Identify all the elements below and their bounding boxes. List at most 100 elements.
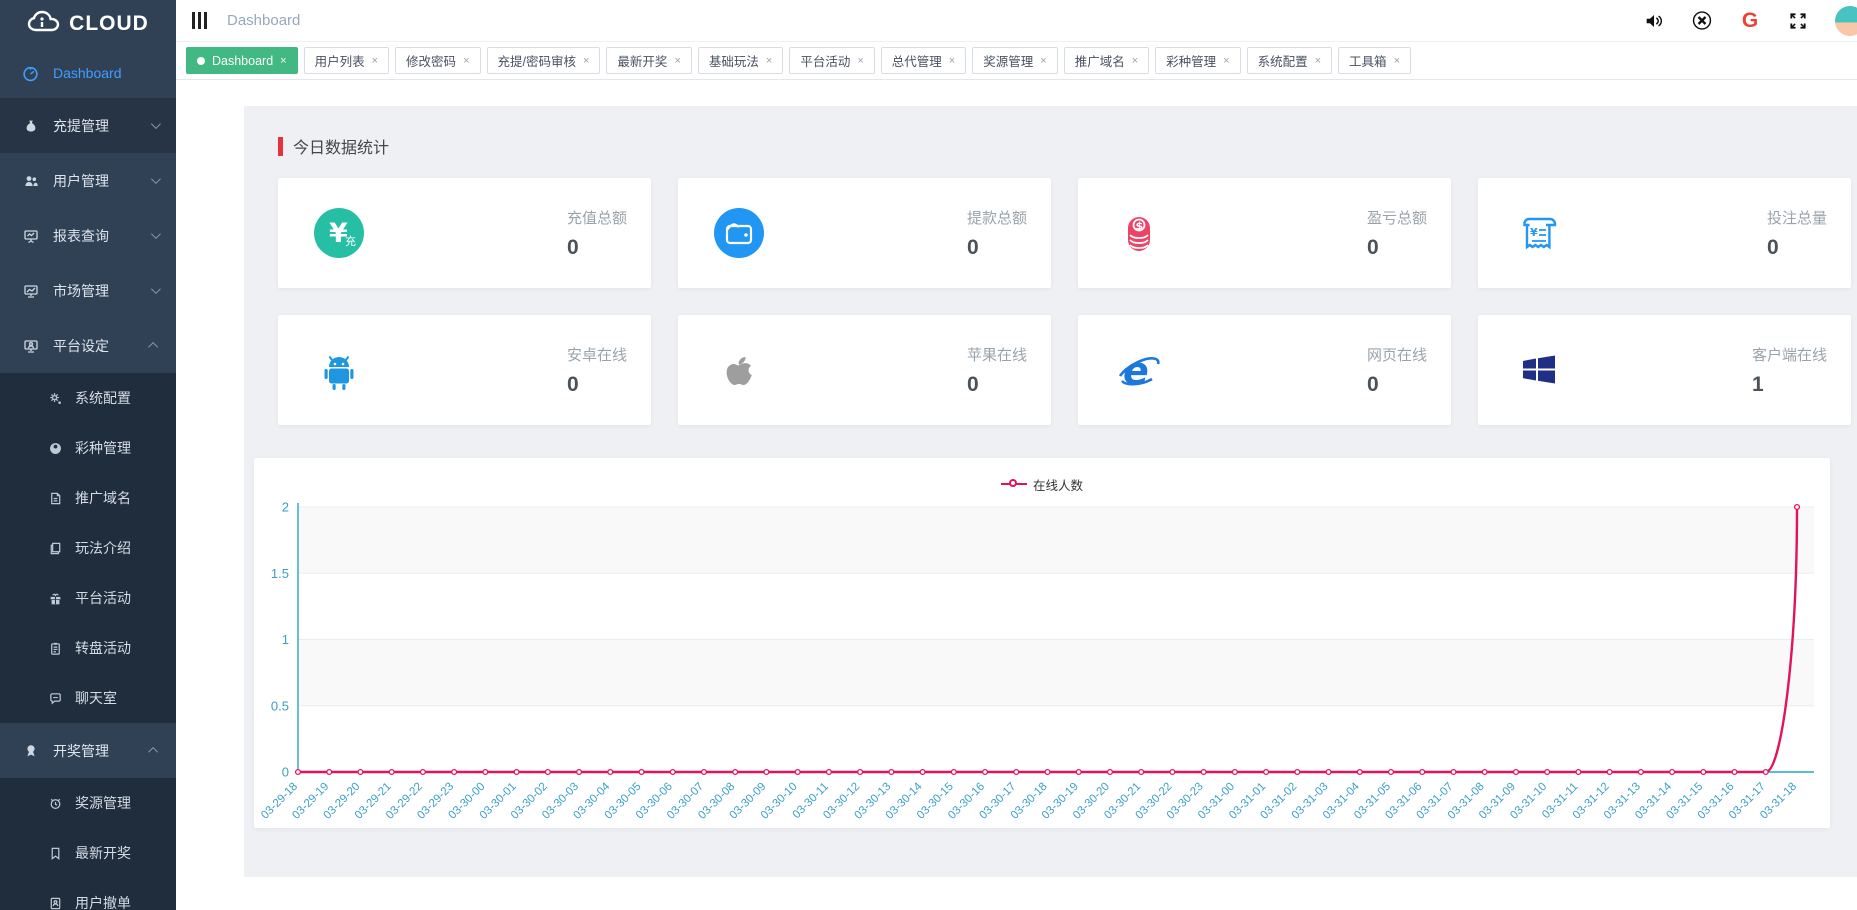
users-icon — [22, 172, 39, 189]
chart-legend[interactable]: 在线人数 — [254, 472, 1830, 496]
yuan-recharge-icon: ¥充 — [312, 206, 366, 260]
stat-card-bets: ¥ 投注总量0 — [1478, 178, 1851, 288]
sidebar-item-platform[interactable]: 平台设定 — [0, 318, 176, 373]
card-label: 投注总量 — [1767, 207, 1827, 228]
tab-1[interactable]: 用户列表 × — [304, 47, 389, 74]
close-icon[interactable]: × — [1394, 55, 1400, 67]
close-icon[interactable]: × — [280, 55, 286, 67]
close-icon[interactable]: × — [372, 55, 378, 67]
tab-label: 基础玩法 — [709, 51, 759, 70]
close-icon[interactable]: × — [674, 55, 680, 67]
stat-cards: ¥充 充值总额0 提款总额0 $ 盈亏总额0 ¥ 投注总量0 — [278, 178, 1857, 425]
tab-7[interactable]: 总代管理 × — [881, 47, 966, 74]
header-actions: G — [1643, 6, 1843, 36]
google-g-icon[interactable]: G — [1739, 10, 1761, 32]
sidebar-item-user-cancel-order[interactable]: 用户撤单 — [0, 878, 176, 910]
tab-5[interactable]: 基础玩法 × — [698, 47, 783, 74]
sidebar-item-reports[interactable]: 报表查询 — [0, 208, 176, 263]
volume-icon[interactable] — [1643, 10, 1665, 32]
sidebar-item-recharge[interactable]: 充提管理 — [0, 98, 176, 153]
tab-label: 工具箱 — [1349, 51, 1387, 70]
sidebar-item-market[interactable]: 市场管理 — [0, 263, 176, 318]
svg-text:0: 0 — [282, 765, 289, 780]
svg-text:$: $ — [1136, 220, 1144, 233]
tab-12[interactable]: 工具箱 × — [1338, 47, 1411, 74]
report-board-icon — [22, 227, 39, 244]
sidebar-item-label: 转盘活动 — [75, 638, 131, 658]
sidebar-item-label: 奖源管理 — [75, 793, 131, 813]
tab-8[interactable]: 奖源管理 × — [972, 47, 1057, 74]
chevron-down-icon — [151, 229, 161, 239]
sidebar-item-prize-source[interactable]: 奖源管理 — [0, 778, 176, 828]
svg-text:2: 2 — [282, 500, 289, 515]
sidebar-item-label: 最新开奖 — [75, 843, 131, 863]
sidebar-item-promo-domain[interactable]: 推广域名 — [0, 473, 176, 523]
tab-9[interactable]: 推广域名 × — [1064, 47, 1149, 74]
sidebar-item-label: 平台设定 — [53, 336, 109, 356]
sidebar-item-users[interactable]: 用户管理 — [0, 153, 176, 208]
sidebar-item-draw-manage[interactable]: 开奖管理 — [0, 723, 176, 778]
legend-line-marker-icon — [1001, 482, 1027, 486]
close-icon[interactable]: × — [1132, 55, 1138, 67]
tab-label: 系统配置 — [1258, 51, 1308, 70]
sidebar-item-system-config[interactable]: 系统配置 — [0, 373, 176, 423]
card-label: 网页在线 — [1367, 344, 1427, 365]
card-value: 0 — [1367, 373, 1427, 397]
svg-text:充: 充 — [345, 234, 356, 248]
dashboard-gauge-icon — [22, 65, 39, 82]
close-icon[interactable]: × — [1223, 55, 1229, 67]
section-title: 今日数据统计 — [293, 134, 389, 158]
sidebar: CLOUD Dashboard 充提管理 用户管理 报表查询 市场管理 — [0, 0, 176, 910]
close-icon[interactable]: × — [583, 55, 589, 67]
tab-10[interactable]: 彩种管理 × — [1155, 47, 1240, 74]
platform-monitor-icon — [22, 337, 39, 354]
tab-0[interactable]: Dashboard × — [186, 47, 298, 74]
sidebar-item-label: Dashboard — [53, 65, 122, 81]
tab-2[interactable]: 修改密码 × — [395, 47, 480, 74]
card-label: 充值总额 — [567, 207, 627, 228]
close-icon[interactable]: × — [1040, 55, 1046, 67]
card-value: 0 — [967, 373, 1027, 397]
sidebar-item-chatroom[interactable]: 聊天室 — [0, 673, 176, 723]
gear-icon — [48, 391, 63, 406]
sidebar-item-label: 平台活动 — [75, 588, 131, 608]
moneybag-icon — [22, 117, 39, 134]
sidebar-toggle-icon[interactable] — [190, 8, 209, 33]
tab-6[interactable]: 平台活动 × — [789, 47, 874, 74]
sidebar-item-dashboard[interactable]: Dashboard — [0, 48, 176, 98]
sidebar-item-label: 聊天室 — [75, 688, 117, 708]
sidebar-item-platform-activity[interactable]: 平台活动 — [0, 573, 176, 623]
alarm-clock-icon — [48, 796, 63, 811]
tab-4[interactable]: 最新开奖 × — [606, 47, 691, 74]
sidebar-item-label: 报表查询 — [53, 226, 109, 246]
card-label: 安卓在线 — [567, 344, 627, 365]
close-icon[interactable]: × — [766, 55, 772, 67]
document-icon — [48, 491, 63, 506]
chevron-up-icon — [148, 342, 158, 352]
card-value: 0 — [567, 236, 627, 260]
tab-label: 充提/密码审核 — [498, 51, 576, 70]
chevron-up-icon — [148, 747, 158, 757]
card-value: 0 — [567, 373, 627, 397]
tab-3[interactable]: 充提/密码审核 × — [487, 47, 601, 74]
app-title: CLOUD — [69, 12, 149, 36]
close-icon[interactable]: × — [857, 55, 863, 67]
sidebar-item-wheel-activity[interactable]: 转盘活动 — [0, 623, 176, 673]
avatar[interactable] — [1835, 6, 1857, 36]
card-label: 苹果在线 — [967, 344, 1027, 365]
fullscreen-icon[interactable] — [1787, 10, 1809, 32]
ban-circle-icon[interactable] — [1691, 10, 1713, 32]
clipboard-icon — [48, 641, 63, 656]
sidebar-item-play-intro[interactable]: 玩法介绍 — [0, 523, 176, 573]
draw-submenu: 奖源管理 最新开奖 用户撤单 — [0, 778, 176, 910]
breadcrumb: Dashboard — [227, 12, 300, 29]
tab-11[interactable]: 系统配置 × — [1247, 47, 1332, 74]
platform-submenu: 系统配置 彩种管理 推广域名 玩法介绍 平台活动 — [0, 373, 176, 723]
close-icon[interactable]: × — [949, 55, 955, 67]
sidebar-item-latest-draw[interactable]: 最新开奖 — [0, 828, 176, 878]
close-icon[interactable]: × — [1315, 55, 1321, 67]
close-icon[interactable]: × — [463, 55, 469, 67]
sidebar-item-lottery-manage[interactable]: 彩种管理 — [0, 423, 176, 473]
sidebar-item-label: 充提管理 — [53, 116, 109, 136]
stat-card-recharge: ¥充 充值总额 0 — [278, 178, 651, 288]
